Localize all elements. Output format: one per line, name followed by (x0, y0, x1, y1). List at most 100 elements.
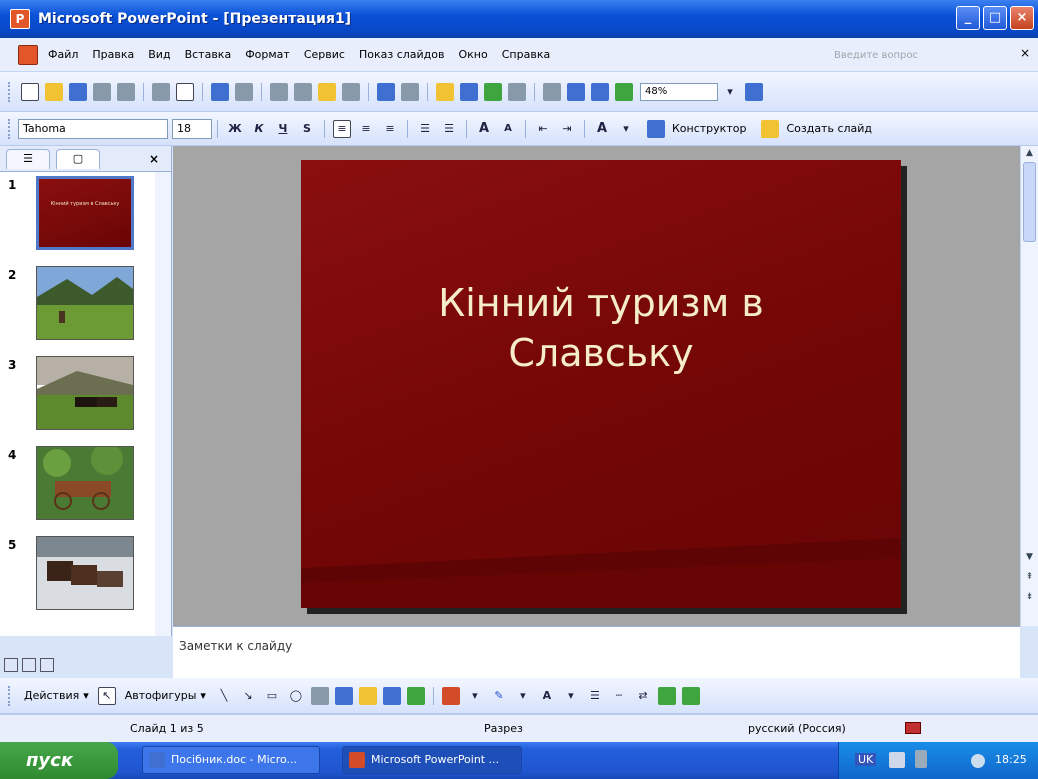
new-slide-button[interactable]: Создать слайд (758, 119, 872, 138)
previous-slide-icon[interactable]: ⇞ (1023, 570, 1036, 584)
scroll-thumb[interactable] (1023, 162, 1036, 242)
line-color-icon[interactable]: ✎ (490, 687, 508, 705)
diagram-icon[interactable] (358, 686, 377, 705)
select-objects-icon[interactable]: ↖ (97, 686, 116, 705)
dash-style-icon[interactable]: ┄ (610, 687, 628, 705)
slide-title[interactable]: Кінний туризм в Славську (361, 278, 841, 378)
actions-menu[interactable]: Действия ▾ (24, 689, 89, 702)
color-grayscale-icon[interactable] (615, 82, 633, 101)
document-icon[interactable] (18, 44, 38, 65)
print-icon[interactable] (152, 82, 170, 101)
paste-icon[interactable] (318, 82, 336, 101)
3d-style-icon[interactable] (681, 686, 700, 705)
normal-view-icon[interactable] (4, 658, 18, 672)
insert-chart-icon[interactable] (436, 82, 454, 101)
underline-button[interactable]: Ч (274, 120, 292, 138)
line-style-icon[interactable]: ☰ (586, 687, 604, 705)
tray-icon[interactable] (915, 750, 927, 768)
grow-font-button[interactable]: A (475, 120, 493, 138)
email-icon[interactable] (117, 82, 135, 101)
textbox-icon[interactable] (310, 686, 329, 705)
slide-thumbnail-row[interactable]: 1 Кінний туризм в Славську (0, 176, 150, 256)
bullets-icon[interactable]: ☰ (440, 120, 458, 138)
tab-outline[interactable]: ☰ (6, 148, 50, 169)
expand-all-icon[interactable] (543, 82, 561, 101)
cut-icon[interactable] (270, 82, 288, 101)
wordart-icon[interactable] (334, 686, 353, 705)
chevron-down-icon[interactable]: ▾ (466, 687, 484, 705)
volume-icon[interactable] (971, 754, 985, 768)
align-left-icon[interactable]: ≡ (333, 119, 351, 138)
save-icon[interactable] (69, 82, 87, 101)
taskbar-powerpoint-button[interactable]: Microsoft PowerPoint ... (342, 746, 522, 774)
align-right-icon[interactable]: ≡ (381, 120, 399, 138)
scroll-up-icon[interactable]: ▲ (1023, 146, 1036, 160)
slide-thumbnail[interactable] (36, 443, 134, 520)
grid-icon[interactable] (591, 82, 609, 101)
numbering-icon[interactable]: ☰ (416, 120, 434, 138)
menu-help[interactable]: Справка (502, 48, 550, 61)
copy-icon[interactable] (294, 82, 312, 101)
align-center-icon[interactable]: ≡ (357, 120, 375, 138)
font-color-button[interactable]: A (593, 120, 611, 138)
network-icon[interactable] (889, 752, 905, 768)
slide-thumbnail[interactable] (36, 536, 134, 610)
close-button[interactable]: × (1010, 6, 1034, 30)
taskbar-word-button[interactable]: Посібник.doc - Micro... (142, 746, 320, 774)
slide-sorter-view-icon[interactable] (22, 658, 36, 672)
decrease-indent-icon[interactable]: ⇤ (534, 120, 552, 138)
language-switcher[interactable]: UK (855, 753, 877, 766)
research-icon[interactable] (235, 82, 253, 101)
new-icon[interactable] (21, 82, 39, 101)
menu-slideshow[interactable]: Показ слайдов (359, 48, 445, 61)
next-slide-icon[interactable]: ⇟ (1023, 590, 1036, 604)
chevron-down-icon[interactable]: ▾ (721, 83, 739, 101)
arrow-style-icon[interactable]: ⇄ (634, 687, 652, 705)
menu-edit[interactable]: Правка (92, 48, 134, 61)
minimize-button[interactable]: _ (956, 6, 980, 30)
designer-button[interactable]: Конструктор (644, 119, 746, 138)
zoom-select[interactable]: 48% (640, 82, 718, 101)
chevron-down-icon[interactable]: ▾ (617, 120, 635, 138)
menu-format[interactable]: Формат (245, 48, 290, 61)
notes-pane[interactable]: Заметки к слайду (173, 626, 1020, 678)
menu-insert[interactable]: Вставка (185, 48, 232, 61)
bold-button[interactable]: Ж (226, 120, 244, 138)
slide-thumbnail-row[interactable]: 2 (0, 266, 150, 346)
permission-icon[interactable] (93, 82, 111, 101)
clipart-icon[interactable] (382, 686, 401, 705)
help-search-input[interactable]: Введите вопрос (834, 47, 994, 65)
slideshow-view-icon[interactable] (40, 658, 54, 672)
line-icon[interactable]: ╲ (215, 687, 233, 705)
print-preview-icon[interactable] (176, 82, 194, 101)
font-select[interactable]: Tahoma (18, 118, 168, 139)
slide-thumbnail-row[interactable]: 4 (0, 443, 150, 526)
redo-icon[interactable] (401, 82, 419, 101)
increase-indent-icon[interactable]: ⇥ (558, 120, 576, 138)
open-icon[interactable] (45, 82, 63, 101)
undo-icon[interactable] (377, 82, 395, 101)
italic-button[interactable]: К (250, 120, 268, 138)
menu-view[interactable]: Вид (148, 48, 170, 61)
start-button[interactable]: пуск (0, 742, 118, 779)
spelling-icon[interactable] (211, 82, 229, 101)
autoshapes-menu[interactable]: Автофигуры ▾ (125, 689, 206, 702)
show-formatting-icon[interactable] (567, 82, 585, 101)
insert-picture-icon[interactable] (406, 686, 425, 705)
doc-close-icon[interactable]: × (1020, 46, 1030, 60)
toolbar-grip[interactable] (8, 118, 12, 139)
spelling-status-icon[interactable] (905, 722, 921, 734)
scroll-down-icon[interactable]: ▼ (1023, 550, 1036, 564)
chevron-down-icon[interactable]: ▾ (562, 687, 580, 705)
format-painter-icon[interactable] (342, 82, 360, 101)
slide-thumbnail-row[interactable]: 3 (0, 356, 150, 436)
rectangle-icon[interactable]: ▭ (263, 687, 281, 705)
slide-thumbnail-row[interactable]: 5 (0, 536, 150, 616)
arrow-icon[interactable]: ↘ (239, 687, 257, 705)
menu-window[interactable]: Окно (459, 48, 488, 61)
tab-slides[interactable]: ▢ (56, 148, 100, 169)
hyperlink-icon[interactable] (508, 82, 526, 101)
notes-placeholder[interactable]: Заметки к слайду (179, 639, 292, 653)
slide-thumbnail[interactable]: Кінний туризм в Славську (36, 176, 134, 250)
shrink-font-button[interactable]: A (499, 120, 517, 138)
